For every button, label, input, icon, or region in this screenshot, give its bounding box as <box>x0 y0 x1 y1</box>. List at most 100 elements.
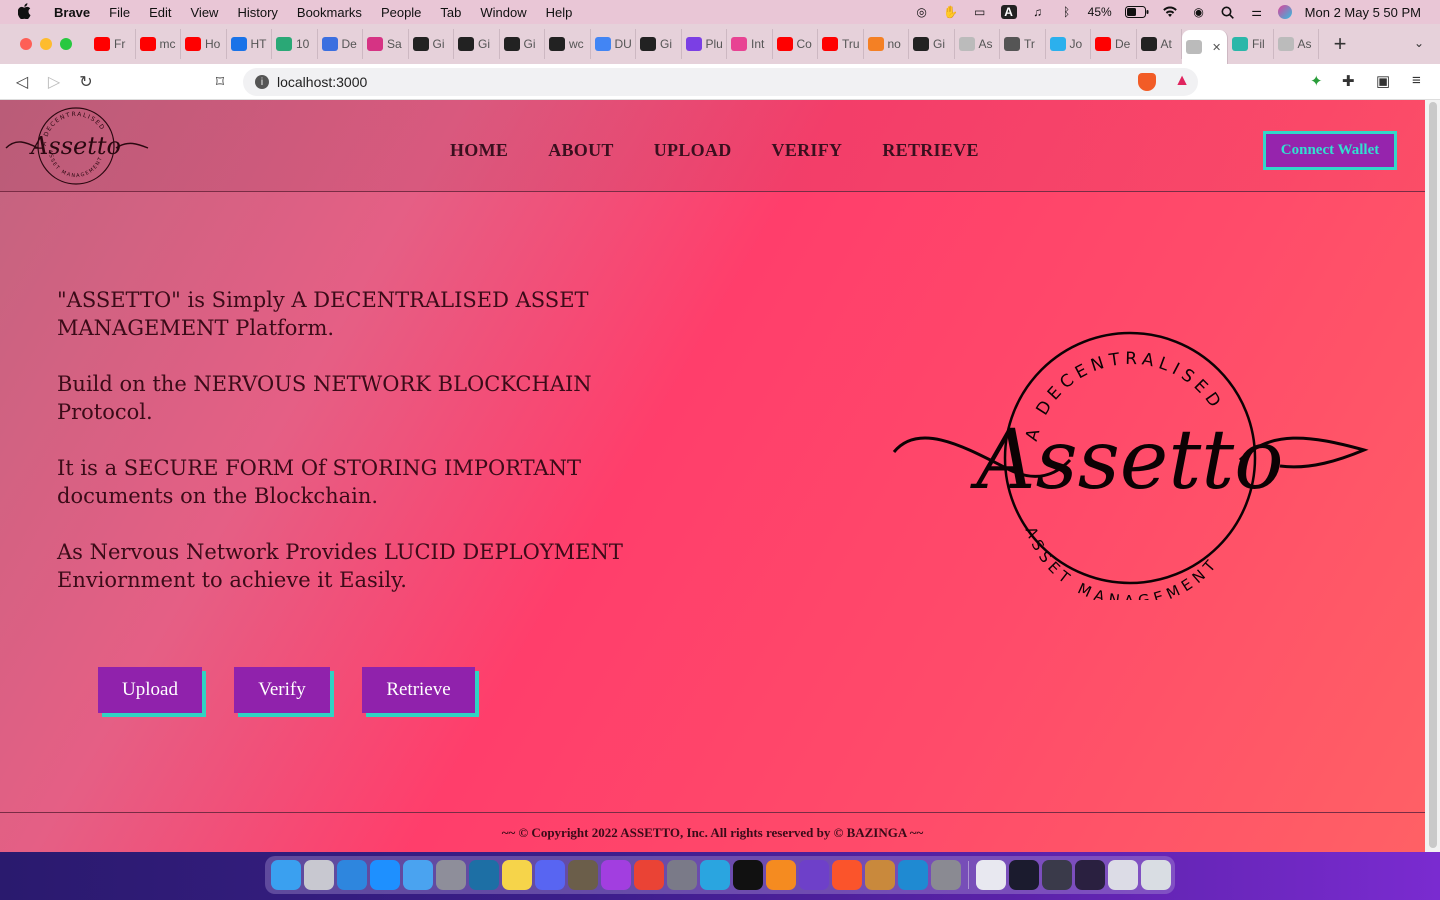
browser-tab[interactable]: Gi <box>909 29 955 59</box>
browser-tab[interactable]: Sa <box>363 29 409 59</box>
zoom-window-icon[interactable] <box>60 38 72 50</box>
menu-people[interactable]: People <box>381 5 421 20</box>
menu-bookmarks[interactable]: Bookmarks <box>297 5 362 20</box>
close-tab-icon[interactable]: ✕ <box>1212 41 1221 54</box>
minimize-window-icon[interactable] <box>40 38 52 50</box>
brave-shields-icon[interactable] <box>1138 73 1156 91</box>
safari-icon[interactable] <box>337 860 367 890</box>
connect-wallet-button[interactable]: Connect Wallet <box>1263 131 1397 170</box>
battery-icon[interactable] <box>1124 5 1149 19</box>
browser-tab[interactable]: As <box>1274 29 1319 59</box>
browser-tab[interactable]: mc <box>136 29 181 59</box>
browser-tab[interactable]: no <box>864 29 909 59</box>
finder-icon[interactable] <box>271 860 301 890</box>
search-icon[interactable] <box>1220 5 1236 19</box>
browser-tab[interactable]: Ho <box>181 29 227 59</box>
browser-tab[interactable]: Plu <box>682 29 727 59</box>
nav-home[interactable]: HOME <box>450 140 508 161</box>
browser-tab[interactable]: DU <box>591 29 636 59</box>
nav-verify[interactable]: VERIFY <box>772 140 843 161</box>
menubar-clock[interactable]: Mon 2 May 5 50 PM <box>1305 5 1421 20</box>
forward-icon[interactable]: ▷ <box>38 72 70 92</box>
browser-tab[interactable]: At <box>1137 29 1182 59</box>
browser-tab[interactable]: 10 <box>272 29 318 59</box>
browser-tab[interactable]: Gi <box>409 29 454 59</box>
apple-icon[interactable] <box>17 2 38 22</box>
display-icon[interactable]: ▭ <box>972 5 988 19</box>
browser-tab[interactable]: Co <box>773 29 818 59</box>
browser-tab[interactable]: Jo <box>1046 29 1091 59</box>
address-bar[interactable]: i localhost:3000 ▲ <box>243 68 1198 96</box>
vscode-icon[interactable] <box>898 860 928 890</box>
window-1-icon[interactable] <box>976 860 1006 890</box>
bookmark-icon[interactable]: ⌑ <box>204 72 236 92</box>
browser-tab[interactable]: Tru <box>818 29 864 59</box>
menu-window[interactable]: Window <box>480 5 526 20</box>
verify-button[interactable]: Verify <box>234 667 330 713</box>
browser-tab[interactable]: Tr <box>1000 29 1046 59</box>
back-icon[interactable]: ◁ <box>6 72 38 92</box>
upload-button[interactable]: Upload <box>98 667 202 713</box>
control-center-icon[interactable]: ⚌ <box>1249 5 1265 19</box>
launchpad-icon[interactable] <box>304 860 334 890</box>
brave-rewards-icon[interactable]: ▲ <box>1174 72 1190 90</box>
browser-tab[interactable]: Int <box>727 29 773 59</box>
creative-cloud-icon[interactable]: ◎ <box>914 5 930 19</box>
terminal-icon[interactable] <box>733 860 763 890</box>
browser-menu-icon[interactable]: ≡ <box>1412 72 1421 89</box>
menu-edit[interactable]: Edit <box>149 5 171 20</box>
window-2-icon[interactable] <box>1009 860 1039 890</box>
menu-app-name[interactable]: Brave <box>54 5 90 20</box>
notes-icon[interactable] <box>502 860 532 890</box>
siri-icon[interactable] <box>1277 5 1292 19</box>
extension-icon[interactable]: ✦ <box>1310 72 1323 90</box>
page-scrollbar[interactable] <box>1425 100 1440 852</box>
text-input-icon[interactable]: A <box>1000 5 1017 19</box>
retrieve-button[interactable]: Retrieve <box>362 667 475 713</box>
nav-about[interactable]: ABOUT <box>548 140 614 161</box>
chrome-icon[interactable] <box>634 860 664 890</box>
telegram-icon[interactable] <box>700 860 730 890</box>
headphones-icon[interactable]: ♫ <box>1030 5 1046 19</box>
browser-tab[interactable]: Gi <box>454 29 500 59</box>
system-preferences-icon[interactable] <box>931 860 961 890</box>
nav-retrieve[interactable]: RETRIEVE <box>882 140 978 161</box>
browser-tab[interactable]: Fil <box>1228 29 1274 59</box>
browser-tab[interactable]: HT <box>227 29 272 59</box>
browser-tab[interactable]: ✕ <box>1182 30 1228 64</box>
wifi-icon[interactable] <box>1162 5 1178 19</box>
podcasts-icon[interactable] <box>601 860 631 890</box>
gimp-icon[interactable] <box>568 860 598 890</box>
new-tab-icon[interactable]: + <box>1325 31 1355 57</box>
menu-tab[interactable]: Tab <box>440 5 461 20</box>
browser-tab[interactable]: Gi <box>636 29 682 59</box>
sublime-text-icon[interactable] <box>766 860 796 890</box>
menu-help[interactable]: Help <box>546 5 573 20</box>
menu-history[interactable]: History <box>237 5 277 20</box>
browser-tab[interactable]: De <box>318 29 363 59</box>
window-5-icon[interactable] <box>1108 860 1138 890</box>
github-desktop-icon[interactable] <box>799 860 829 890</box>
extensions-puzzle-icon[interactable]: ✚ <box>1342 72 1355 90</box>
menu-view[interactable]: View <box>191 5 219 20</box>
reload-icon[interactable]: ↻ <box>70 72 102 92</box>
browser-tab[interactable]: De <box>1091 29 1137 59</box>
assetto-logo-small[interactable]: A DECENTRALISED ASSET MANAGEMENT Assetto <box>4 104 150 188</box>
mysql-workbench-icon[interactable] <box>469 860 499 890</box>
close-window-icon[interactable] <box>20 38 32 50</box>
tab-search-chevron-icon[interactable]: ⌄ <box>1414 36 1424 50</box>
window-3-icon[interactable] <box>1042 860 1072 890</box>
window-4-icon[interactable] <box>1075 860 1105 890</box>
app-store-icon[interactable] <box>370 860 400 890</box>
browser-tab[interactable]: As <box>955 29 1000 59</box>
bluetooth-icon[interactable]: ᛒ <box>1059 5 1075 19</box>
box-icon[interactable] <box>865 860 895 890</box>
browser-tab[interactable]: Gi <box>500 29 545 59</box>
discord-icon[interactable] <box>535 860 565 890</box>
user-icon[interactable]: ◉ <box>1191 5 1207 19</box>
scrollbar-thumb[interactable] <box>1429 102 1437 848</box>
trash-icon[interactable] <box>1141 860 1171 890</box>
mail-icon[interactable] <box>403 860 433 890</box>
browser-tab[interactable]: Fr <box>90 29 136 59</box>
url-text[interactable]: localhost:3000 <box>277 74 367 90</box>
